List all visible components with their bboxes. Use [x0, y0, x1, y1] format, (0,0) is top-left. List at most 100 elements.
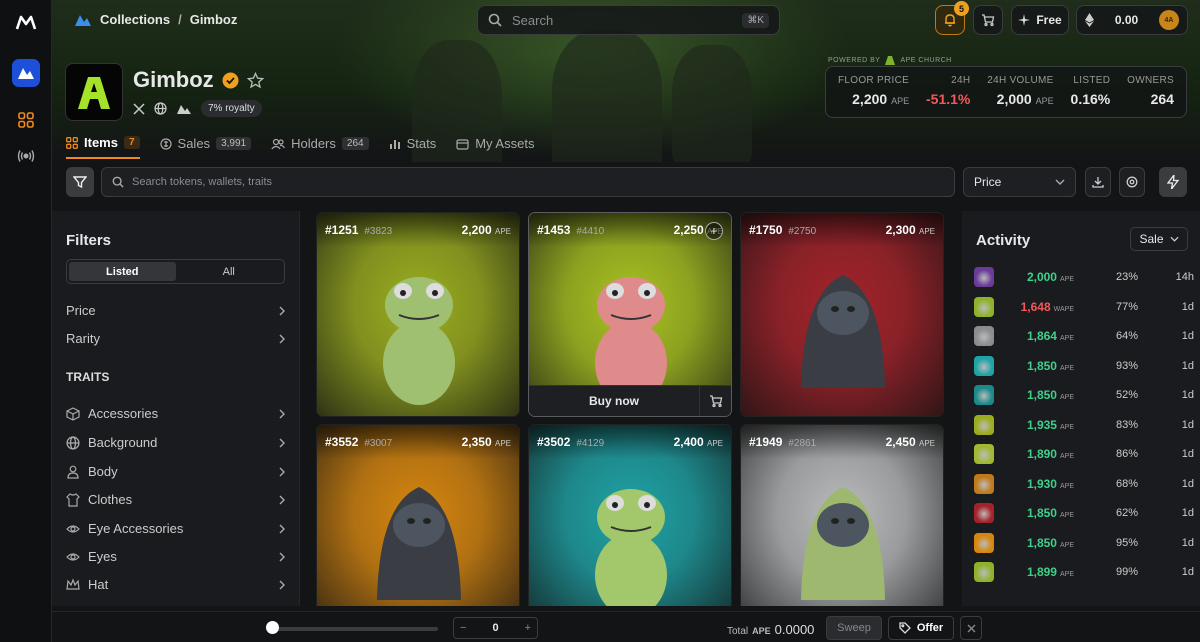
- nft-card[interactable]: #1453 #4410 2,250 APE + Buy now: [528, 212, 732, 417]
- activity-percent: 68%: [1115, 477, 1138, 490]
- chevron-right-icon: [279, 524, 285, 534]
- token-price: 2,200 APE: [461, 223, 511, 237]
- token-search[interactable]: [101, 167, 955, 197]
- rarity-rank: #3007: [364, 438, 393, 449]
- activity-thumbnail: [974, 473, 994, 494]
- settings-button[interactable]: [1119, 167, 1145, 197]
- marketplace-logo-icon[interactable]: [74, 13, 92, 27]
- add-to-cart-icon[interactable]: +: [705, 222, 723, 240]
- nft-card[interactable]: #3502 #4129 2,400 APE: [528, 424, 732, 606]
- filter-toggle-button[interactable]: [66, 167, 94, 197]
- trait-eye-accessories[interactable]: Eye Accessories: [66, 521, 285, 536]
- trait-clothes[interactable]: Clothes: [66, 492, 285, 507]
- app-logo-icon[interactable]: [12, 8, 40, 36]
- coin-icon: [159, 137, 172, 150]
- trait-accessories[interactable]: Accessories: [66, 406, 285, 421]
- filter-price[interactable]: Price: [66, 303, 285, 318]
- activity-title: Activity: [976, 232, 1031, 249]
- tab-holders[interactable]: Holders 264: [271, 135, 369, 159]
- sort-select[interactable]: Price: [963, 167, 1076, 197]
- sidebar-grid-icon[interactable]: [12, 106, 40, 134]
- favorite-star-icon[interactable]: [246, 71, 264, 89]
- token-id: #3502: [537, 435, 571, 449]
- breadcrumb-collections-link[interactable]: Collections: [100, 12, 170, 27]
- sidebar-marketplace-icon[interactable]: [12, 59, 40, 87]
- activity-row[interactable]: 1,890 APE 86% 1d: [974, 443, 1194, 465]
- tab-my-assets[interactable]: My Assets: [456, 135, 534, 159]
- token-search-input[interactable]: [132, 176, 944, 188]
- tab-stats[interactable]: Stats: [389, 135, 436, 159]
- tab-items[interactable]: Items 7: [66, 135, 140, 159]
- activity-filter-select[interactable]: Sale: [1130, 227, 1188, 251]
- settings-icon: [1126, 176, 1138, 188]
- sidebar-broadcast-icon[interactable]: [12, 142, 40, 170]
- quantity-value[interactable]: 0: [492, 622, 498, 634]
- activity-row[interactable]: 1,935 APE 83% 1d: [974, 414, 1194, 436]
- buy-now-button[interactable]: Buy now: [529, 394, 699, 408]
- activity-price: 1,850 APE: [1026, 535, 1074, 550]
- activity-row[interactable]: 1,899 APE 99% 1d: [974, 561, 1194, 583]
- global-search[interactable]: ⌘K: [477, 5, 780, 35]
- activity-percent: 23%: [1115, 271, 1138, 283]
- activity-row[interactable]: 1,648 WAPE 77% 1d: [974, 296, 1194, 318]
- segment-all[interactable]: All: [176, 262, 283, 281]
- tag-icon: [899, 622, 911, 634]
- activity-thumbnail: [974, 296, 994, 317]
- wallet-button[interactable]: 0.00 4A: [1076, 5, 1188, 35]
- nft-card[interactable]: #1750 #2750 2,300 APE: [740, 212, 944, 417]
- activity-price: 1,648 WAPE: [1020, 299, 1074, 314]
- offer-button[interactable]: Offer: [888, 616, 954, 640]
- sweep-slider[interactable]: [270, 627, 438, 631]
- users-icon: [271, 138, 286, 150]
- cart-icon[interactable]: [699, 385, 731, 416]
- search-input[interactable]: [512, 12, 733, 28]
- trait-background[interactable]: Background: [66, 435, 285, 450]
- download-button[interactable]: [1085, 167, 1111, 197]
- sweep-button[interactable]: Sweep: [826, 616, 882, 640]
- globe-icon: [66, 435, 80, 450]
- trait-eyes[interactable]: Eyes: [66, 549, 285, 564]
- activity-time: 1d: [1181, 359, 1194, 372]
- activity-thumbnail: [974, 385, 994, 405]
- nft-card[interactable]: #3552 #3007 2,350 APE: [316, 424, 520, 606]
- marketplace-link-icon[interactable]: [176, 103, 192, 115]
- notification-count-badge: 5: [954, 1, 969, 16]
- clear-button[interactable]: [960, 616, 982, 640]
- instant-mode-button[interactable]: [1159, 167, 1187, 197]
- x-social-icon[interactable]: [133, 102, 145, 115]
- stat-floor-price: FLOOR PRICE 2,200 APE: [838, 75, 910, 107]
- nft-card[interactable]: #1949 #2861 2,450 APE: [740, 424, 944, 606]
- activity-row[interactable]: 2,000 APE 23% 14h: [974, 266, 1194, 288]
- filter-rarity[interactable]: Rarity: [66, 331, 285, 346]
- activity-row[interactable]: 1,850 APE 52% 1d: [974, 384, 1194, 406]
- tab-sales[interactable]: Sales 3,991: [159, 135, 252, 159]
- bell-icon: [943, 13, 957, 27]
- eye-icon: [66, 522, 80, 536]
- activity-row[interactable]: 1,850 APE 62% 1d: [974, 502, 1194, 524]
- token-id: #1453: [537, 223, 571, 237]
- activity-row[interactable]: 1,850 APE 95% 1d: [974, 532, 1194, 554]
- trait-hat[interactable]: Hat: [66, 577, 285, 592]
- chevron-right-icon: [279, 495, 285, 505]
- funnel-icon: [73, 175, 87, 189]
- slider-handle[interactable]: [266, 621, 279, 634]
- activity-row[interactable]: 1,864 APE 64% 1d: [974, 325, 1194, 347]
- activity-row[interactable]: 1,850 APE 93% 1d: [974, 355, 1194, 377]
- increment-button[interactable]: +: [525, 622, 531, 634]
- segment-listed[interactable]: Listed: [69, 262, 176, 281]
- activity-row[interactable]: 1,930 APE 68% 1d: [974, 473, 1194, 495]
- bar-chart-icon: [389, 138, 401, 150]
- decrement-button[interactable]: −: [460, 622, 466, 634]
- filters-panel: Filters Listed All Price Rarity TRAITS A…: [52, 211, 300, 606]
- website-globe-icon[interactable]: [154, 102, 167, 115]
- cart-button[interactable]: [973, 5, 1003, 35]
- crown-icon: [66, 577, 80, 592]
- token-price: 2,450 APE: [885, 435, 935, 449]
- breadcrumb-separator: /: [178, 12, 182, 27]
- sweep-bar: − 0 + Total APE 0.0000 Sweep Offer: [52, 611, 1200, 642]
- activity-price: 1,890 APE: [1026, 447, 1074, 461]
- nft-card[interactable]: #1251 #3823 2,200 APE: [316, 212, 520, 417]
- notifications-button[interactable]: 5: [935, 1, 969, 35]
- trait-body[interactable]: Body: [66, 464, 285, 479]
- free-button[interactable]: Free: [1011, 5, 1069, 35]
